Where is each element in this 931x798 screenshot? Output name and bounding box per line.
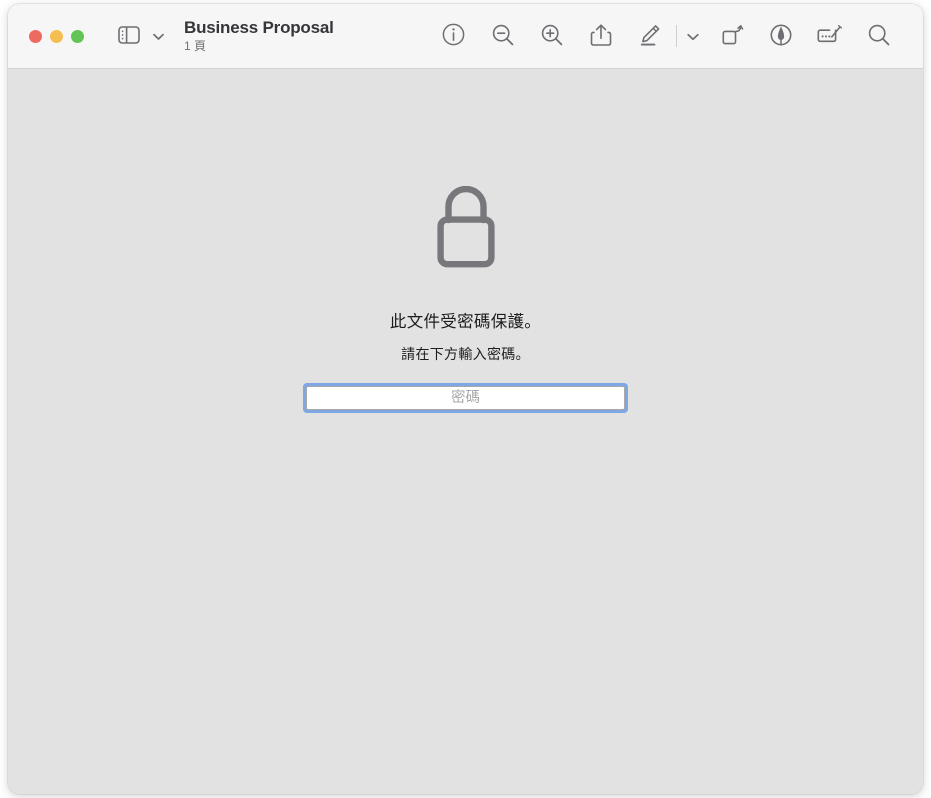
markup-pen-icon <box>638 23 662 50</box>
search-icon <box>867 23 891 50</box>
document-title-block: Business Proposal 1 頁 <box>184 18 334 53</box>
page-title: Business Proposal <box>184 18 334 38</box>
lock-icon <box>429 185 503 273</box>
signature-button[interactable] <box>805 16 854 56</box>
sidebar-options-button[interactable] <box>149 21 167 51</box>
password-input[interactable] <box>306 386 625 410</box>
rotate-icon <box>720 23 744 50</box>
chevron-down-icon <box>152 29 164 44</box>
document-view: 此文件受密碼保護。 請在下方輸入密碼。 <box>8 69 923 794</box>
annotate-button[interactable] <box>756 16 805 56</box>
zoom-out-button[interactable] <box>478 16 527 56</box>
page-count-label: 1 頁 <box>184 38 207 53</box>
info-icon <box>442 23 465 49</box>
protected-message-secondary: 請在下方輸入密碼。 <box>401 346 530 362</box>
zoom-in-icon <box>540 23 564 50</box>
close-button[interactable] <box>29 29 42 43</box>
maximize-button[interactable] <box>71 29 84 43</box>
markup-options-button[interactable] <box>679 16 707 56</box>
traffic-lights <box>29 29 84 43</box>
share-icon <box>590 23 612 50</box>
toolbar-separator <box>676 25 677 47</box>
sidebar-toggle-button[interactable] <box>114 21 144 51</box>
ink-annotate-icon <box>769 23 793 50</box>
sidebar-icon <box>118 25 140 47</box>
chevron-down-icon <box>687 29 699 44</box>
zoom-in-button[interactable] <box>527 16 576 56</box>
search-button[interactable] <box>854 16 903 56</box>
sidebar-toggle-group <box>114 21 167 51</box>
signature-icon <box>817 24 843 49</box>
password-field-focus-ring <box>303 383 628 413</box>
zoom-out-icon <box>491 23 515 50</box>
window-titlebar: Business Proposal 1 頁 <box>8 4 923 69</box>
share-button[interactable] <box>576 16 625 56</box>
protected-message-primary: 此文件受密碼保護。 <box>389 313 542 331</box>
rotate-button[interactable] <box>707 16 756 56</box>
minimize-button[interactable] <box>50 29 63 43</box>
preview-window: Business Proposal 1 頁 此文件受密碼保護。 請在下方輸入密碼… <box>8 4 923 794</box>
info-button[interactable] <box>429 16 478 56</box>
toolbar <box>429 16 903 56</box>
markup-button[interactable] <box>625 16 674 56</box>
